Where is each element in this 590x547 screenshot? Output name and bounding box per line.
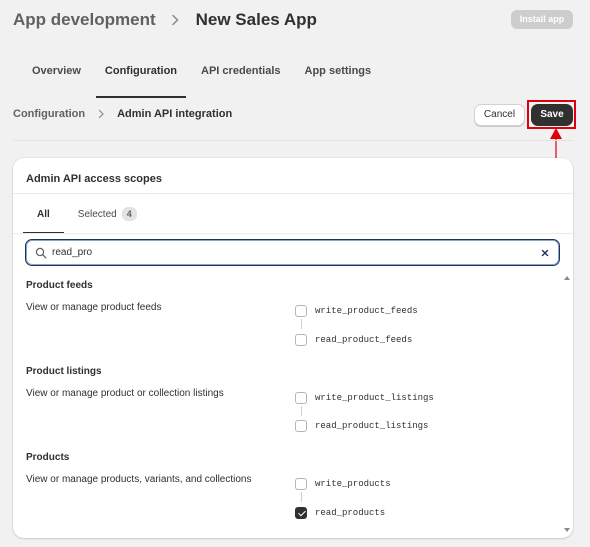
scope-search-field[interactable]: [25, 239, 560, 266]
checkbox[interactable]: [295, 334, 307, 346]
checkbox-checked[interactable]: [295, 507, 307, 519]
search-input[interactable]: [52, 244, 522, 261]
scope-read-product-listings[interactable]: read_product_listings: [295, 420, 428, 432]
page-title: New Sales App: [195, 10, 317, 29]
scope-filter-tabs: All Selected 4: [23, 204, 151, 234]
scope-section-products: Products View or manage products, varian…: [26, 452, 546, 519]
scope-connector: [301, 319, 302, 329]
scope-label: read_product_listings: [315, 421, 429, 431]
scope-label: read_products: [315, 508, 386, 518]
section-description: View or manage products, variants, and c…: [26, 474, 252, 485]
chevron-right-icon: [99, 109, 104, 119]
app-tabs: Overview Configuration API credentials A…: [20, 60, 384, 98]
access-scopes-card: Admin API access scopes All Selected 4 P…: [13, 158, 573, 538]
chevron-right-icon: [171, 14, 178, 26]
scope-write-product-feeds[interactable]: write_product_feeds: [295, 305, 418, 317]
section-description: View or manage product feeds: [26, 302, 162, 313]
scope-label: write_product_listings: [315, 393, 434, 403]
page-breadcrumb: App development New Sales App: [13, 10, 317, 30]
breadcrumb-app-development[interactable]: App development: [13, 10, 156, 30]
scope-section-product-listings: Product listings View or manage product …: [26, 366, 546, 432]
scroll-up-icon[interactable]: [564, 275, 570, 281]
section-heading: Product feeds: [26, 280, 93, 291]
tab-all-label: All: [37, 208, 50, 220]
checkbox[interactable]: [295, 420, 307, 432]
scope-read-products[interactable]: read_products: [295, 507, 385, 519]
scope-connector: [301, 492, 302, 502]
tab-selected[interactable]: Selected 4: [64, 204, 151, 233]
section-title: Admin API integration: [117, 108, 233, 120]
scope-label: write_product_feeds: [315, 306, 418, 316]
breadcrumb-configuration[interactable]: Configuration: [13, 108, 85, 120]
scope-read-product-feeds[interactable]: read_product_feeds: [295, 334, 412, 346]
card-divider: [13, 193, 573, 194]
install-app-button[interactable]: Install app: [511, 10, 573, 29]
scope-label: write_products: [315, 479, 391, 489]
header-divider: [13, 140, 573, 141]
section-heading: Products: [26, 452, 70, 463]
scope-label: read_product_feeds: [315, 335, 413, 345]
checkbox[interactable]: [295, 478, 307, 490]
tab-all[interactable]: All: [23, 204, 64, 234]
checkbox[interactable]: [295, 392, 307, 404]
cancel-button[interactable]: Cancel: [474, 104, 525, 126]
tab-selected-label: Selected: [77, 208, 117, 220]
scroll-down-icon[interactable]: [564, 527, 570, 533]
scope-write-products[interactable]: write_products: [295, 478, 391, 490]
scope-connector: [301, 406, 302, 416]
tab-api-credentials[interactable]: API credentials: [189, 60, 292, 86]
scope-section-product-feeds: Product feeds View or manage product fee…: [26, 280, 546, 346]
search-icon: [35, 247, 47, 259]
section-description: View or manage product or collection lis…: [26, 388, 224, 399]
scope-write-product-listings[interactable]: write_product_listings: [295, 392, 434, 404]
tabs-divider: [13, 233, 573, 234]
checkbox[interactable]: [295, 305, 307, 317]
tab-overview[interactable]: Overview: [20, 60, 93, 86]
selected-count-badge: 4: [121, 207, 137, 221]
card-title: Admin API access scopes: [26, 173, 162, 185]
section-breadcrumb: Configuration Admin API integration: [13, 108, 232, 120]
tab-configuration[interactable]: Configuration: [93, 60, 189, 98]
section-heading: Product listings: [26, 366, 102, 377]
save-button[interactable]: Save: [531, 104, 573, 126]
clear-search-icon[interactable]: [539, 247, 551, 259]
tab-app-settings[interactable]: App settings: [293, 60, 384, 86]
